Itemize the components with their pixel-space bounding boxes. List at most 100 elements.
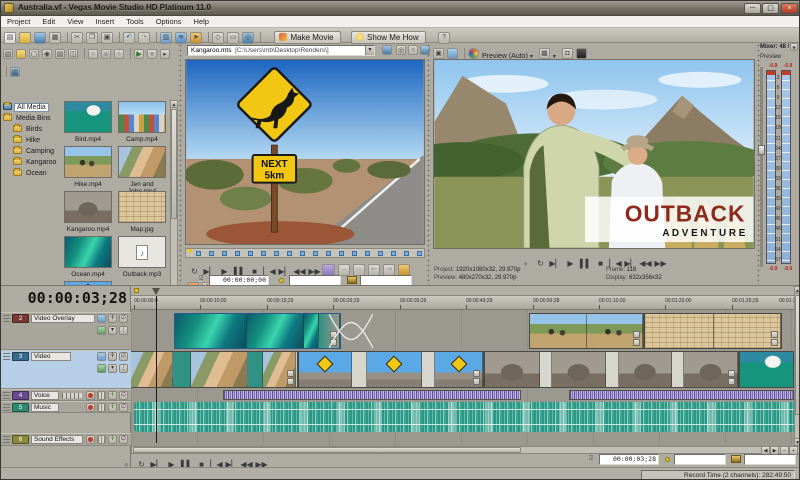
prev-frame-icon[interactable]: ◀◀ <box>638 259 653 268</box>
envelope-tool-icon[interactable]: ◇ <box>212 32 224 44</box>
media-thumbnail-outback-mp3[interactable]: ♪ <box>118 236 166 268</box>
mixer-fader-track[interactable] <box>760 67 763 267</box>
cursor-timecode-field[interactable]: 00:00:03;28 <box>599 454 659 465</box>
meter-icon[interactable] <box>97 391 106 400</box>
event-fx-icons[interactable] <box>633 330 641 346</box>
menu-options[interactable]: Options <box>150 16 188 27</box>
event-fx-icons[interactable] <box>728 369 736 385</box>
save-markers-icon[interactable]: ▭ <box>353 264 365 276</box>
bypass-motion-blur-icon[interactable] <box>97 326 106 335</box>
event-fx-icons[interactable] <box>771 330 779 346</box>
timeline-marker-bar[interactable] <box>131 286 794 296</box>
vscrollbar-thumb[interactable] <box>795 295 800 415</box>
timeline-vscrollbar[interactable]: ▲ ▼ <box>794 286 800 446</box>
media-thumbnail-ocean[interactable] <box>64 236 112 268</box>
track-name[interactable]: Video <box>31 352 71 361</box>
capture-video-icon[interactable]: ▢ <box>29 49 39 59</box>
event-fx-icons[interactable] <box>287 369 295 385</box>
tree-item-ocean[interactable]: Ocean <box>3 168 62 179</box>
loop-playback-icon[interactable]: ↻ <box>533 259 548 268</box>
track-header-voice[interactable]: 4 Voice ✛ ∅ <box>1 389 131 401</box>
snapping-icon[interactable]: ▥ <box>160 32 172 44</box>
mute-icon[interactable]: ∅ <box>119 314 128 323</box>
copy-snapshot-icon[interactable]: ▣ <box>433 48 444 59</box>
menu-edit[interactable]: Edit <box>36 16 61 27</box>
overlay-grid-icon[interactable]: ▦ <box>539 48 550 59</box>
media-scrollbar-thumb[interactable] <box>171 109 177 219</box>
mixer-menu-icon[interactable]: ▾ <box>790 43 798 51</box>
timeline-hscrollbar[interactable]: ◀ ▶ − + <box>131 446 800 454</box>
selection-end-field[interactable] <box>744 454 796 465</box>
bypass-motion-blur-icon[interactable] <box>97 364 106 373</box>
track-motion-icon[interactable] <box>97 314 106 323</box>
compositing-mode-icon[interactable]: ▾ <box>108 326 117 335</box>
sync-cursor-icon[interactable] <box>322 264 335 276</box>
event-music-waveform-right-channel[interactable] <box>134 417 794 432</box>
record-arm-icon[interactable] <box>86 403 95 412</box>
event-ocean[interactable] <box>174 313 341 349</box>
chevron-down-icon[interactable]: ▾ <box>365 46 374 55</box>
preview-video-frame[interactable]: OUTBACK A D V E N T U R E <box>433 59 755 249</box>
menu-tools[interactable]: Tools <box>120 16 150 27</box>
scroll-down-icon[interactable]: ▼ <box>794 438 800 446</box>
event-fx-icons[interactable] <box>473 369 481 385</box>
edit-cursor[interactable] <box>156 296 157 443</box>
normal-edit-tool-icon[interactable]: ➤ <box>190 32 202 44</box>
event-kangaroo-sign[interactable] <box>298 351 484 388</box>
save-icon[interactable] <box>34 32 46 44</box>
record-arm-icon[interactable] <box>86 391 95 400</box>
tree-item-camping[interactable]: Camping <box>3 146 62 157</box>
subclip-icon[interactable] <box>398 264 410 276</box>
start-preview-icon[interactable]: ▶ <box>134 49 144 59</box>
track-header-video-overlay[interactable]: 2 Video Overlay ✛ ∅ ⋮ ▾ <box>1 312 131 350</box>
meter-icon[interactable] <box>97 435 106 444</box>
track-grip[interactable] <box>3 392 10 400</box>
mute-icon[interactable]: ∅ <box>119 403 128 412</box>
remove-media-icon[interactable]: ✕ <box>88 49 98 59</box>
stop-preview-icon[interactable]: ■ <box>147 49 157 59</box>
track-motion-icon[interactable] <box>97 352 106 361</box>
undo-icon[interactable]: ↶ <box>123 32 135 44</box>
more-icon[interactable]: ⋮ <box>119 326 128 335</box>
maximize-button[interactable]: ▢ <box>762 3 779 14</box>
mute-icon[interactable]: ∅ <box>119 391 128 400</box>
menu-help[interactable]: Help <box>188 16 215 27</box>
media-thumbnail-jen-and-john[interactable] <box>118 146 166 178</box>
tree-item-all-media[interactable]: All Media <box>3 102 62 113</box>
media-thumbnail-kangaroo[interactable] <box>64 191 112 223</box>
media-properties-icon[interactable]: ▣ <box>101 49 111 59</box>
track-grip[interactable] <box>3 353 10 361</box>
scroll-up-icon[interactable]: ▲ <box>794 286 800 294</box>
get-photo-icon[interactable]: ▤ <box>55 49 65 59</box>
auto-preview-icon[interactable]: ▸ <box>160 49 170 59</box>
scroll-up-icon[interactable]: ▲ <box>170 100 178 108</box>
capture-image-icon[interactable]: ◫ <box>68 49 78 59</box>
track-fx-icon[interactable]: ✛ <box>108 435 117 444</box>
tree-item-kangaroo[interactable]: Kangaroo <box>3 157 62 168</box>
close-button[interactable]: × <box>781 3 798 14</box>
event-map[interactable] <box>644 313 782 349</box>
add-to-timeline-icon[interactable]: → <box>338 264 350 276</box>
event-hike-overlay[interactable] <box>529 313 644 349</box>
save-snapshot-icon[interactable] <box>447 48 458 59</box>
compositing-mode-icon[interactable]: ▾ <box>108 364 117 373</box>
timeline-content[interactable]: 00:00:00;0 00:00:10;00 00:00:19;29 00:00… <box>131 286 794 446</box>
extract-audio-icon[interactable]: ◉ <box>42 49 52 59</box>
auto-ripple-icon[interactable]: ≋ <box>175 32 187 44</box>
next-frame-icon[interactable]: ▶▶ <box>653 259 668 268</box>
trimmer-media-combo[interactable]: Kangaroo.mts [C:\Users\mb\Desktop\Render… <box>187 45 375 56</box>
trimmer-cursor-marker[interactable] <box>187 249 193 254</box>
event-bird[interactable] <box>739 351 794 388</box>
minimize-button[interactable]: ─ <box>744 3 761 14</box>
mixer-fader-handle[interactable] <box>758 145 765 155</box>
play-icon[interactable]: ▶ <box>563 259 578 268</box>
zoom-tool-icon[interactable]: ◎ <box>242 32 254 44</box>
marker-indicator[interactable] <box>134 288 139 293</box>
menu-insert[interactable]: Insert <box>89 16 120 27</box>
track-header-sound-effects[interactable]: 6 Sound Effects ✛ ∅ <box>1 433 131 446</box>
track-name[interactable]: Sound Effects <box>31 435 83 444</box>
track-header-music[interactable]: 5 Music ✛ ∅ <box>1 401 131 413</box>
new-project-icon[interactable]: ▤ <box>4 32 16 44</box>
trimmer-video-frame[interactable]: NEXT 5km <box>185 59 425 245</box>
track-fx-icon[interactable]: ✛ <box>108 391 117 400</box>
